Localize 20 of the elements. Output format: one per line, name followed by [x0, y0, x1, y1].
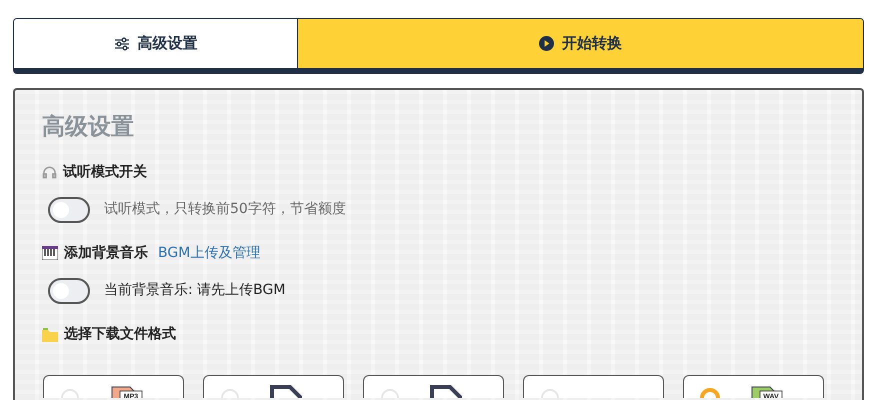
radio-button[interactable] — [700, 388, 720, 398]
format-option[interactable] — [363, 374, 504, 398]
sliders-icon — [114, 36, 130, 50]
tab[interactable]: 高级设置 — [14, 19, 298, 68]
toggle-label: 当前背景音乐: 请先上传BGM — [104, 281, 286, 300]
format-option[interactable] — [523, 374, 664, 398]
tab[interactable]: 开始转换 — [298, 19, 863, 68]
section-heading: 添加背景音乐 — [64, 244, 148, 263]
section-heading: 选择下载文件格式 — [64, 324, 176, 344]
headphones-icon — [42, 165, 57, 180]
toggle-switch[interactable] — [48, 278, 90, 304]
format-option[interactable] — [203, 374, 344, 398]
play-icon — [539, 36, 554, 51]
link[interactable]: BGM上传及管理 — [158, 242, 260, 264]
piano-icon — [42, 246, 58, 260]
section-heading: 试听模式开关 — [63, 162, 147, 182]
toggle-switch[interactable] — [48, 196, 90, 223]
folder-icon — [42, 326, 58, 342]
toggle-label: 试听模式，只转换前50字符，节省额度 — [104, 200, 346, 220]
panel-title: 高级设置 — [42, 114, 135, 142]
